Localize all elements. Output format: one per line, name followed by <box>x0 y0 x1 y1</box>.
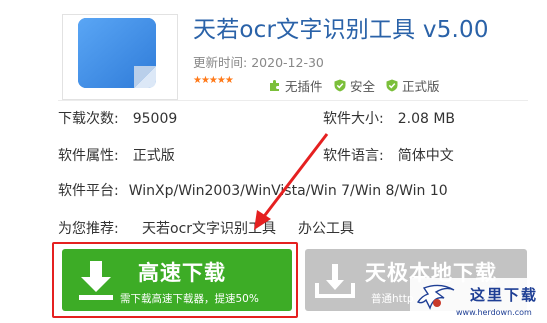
fast-download-sub: 需下载高速下载器，提速50% <box>120 293 259 305</box>
info-platform: 软件平台: WinXp/Win2003/WinVista/Win 7/Win 8/… <box>58 180 448 200</box>
info-label: 下载次数: <box>58 111 119 127</box>
puzzle-icon <box>270 80 279 91</box>
date-value: 2020-12-30 <box>251 55 324 70</box>
tag-label: 无插件 <box>285 79 323 94</box>
tag-label: 安全 <box>350 79 376 94</box>
shield-check-icon <box>386 79 398 92</box>
info-label: 软件属性: <box>58 148 119 164</box>
update-date: 更新时间: 2020-12-30 <box>193 52 324 71</box>
recommend-label: 为您推荐: <box>58 221 119 237</box>
watermark-text: 这里下载 <box>470 286 539 304</box>
rating-stars: ★★★★★ <box>193 75 234 86</box>
fast-download-button[interactable]: 高速下载 需下载高速下载器，提速50% <box>62 249 292 311</box>
info-language: 软件语言: 简体中文 <box>323 145 454 165</box>
watermark-url: www.herdown.com <box>456 308 532 317</box>
app-icon <box>78 18 156 88</box>
tag-safe: 安全 <box>334 76 375 95</box>
info-property: 软件属性: 正式版 <box>58 145 175 165</box>
recommend-link-office[interactable]: 办公工具 <box>298 218 354 238</box>
recommend-link-ocr[interactable]: 天若ocr文字识别工具 <box>142 218 276 238</box>
date-label: 更新时间: <box>193 55 248 70</box>
download-tray-icon <box>315 264 355 298</box>
info-size: 软件大小: 2.08 MB <box>323 108 455 128</box>
info-label: 软件语言: <box>323 148 384 164</box>
shield-check-icon <box>334 79 346 92</box>
info-label: 软件大小: <box>323 111 384 127</box>
info-value: 正式版 <box>132 148 175 164</box>
info-value: 2.08 MB <box>397 111 456 127</box>
info-label: 软件平台: <box>58 183 119 199</box>
divider <box>58 100 528 101</box>
tag-no-plugin: 无插件 <box>268 76 323 95</box>
tag-official: 正式版 <box>386 76 440 95</box>
info-value: WinXp/Win2003/WinVista/Win 7/Win 8/Win 1… <box>128 183 448 199</box>
info-value: 简体中文 <box>397 148 454 164</box>
tag-label: 正式版 <box>402 79 440 94</box>
local-download-sub: 普通http <box>371 293 414 305</box>
info-value: 95009 <box>132 111 178 127</box>
download-icon <box>79 261 113 300</box>
fast-download-label: 高速下载 <box>138 261 226 285</box>
info-downloads: 下载次数: 95009 <box>58 108 177 128</box>
page-title: 天若ocr文字识别工具 v5.00 <box>193 17 489 43</box>
